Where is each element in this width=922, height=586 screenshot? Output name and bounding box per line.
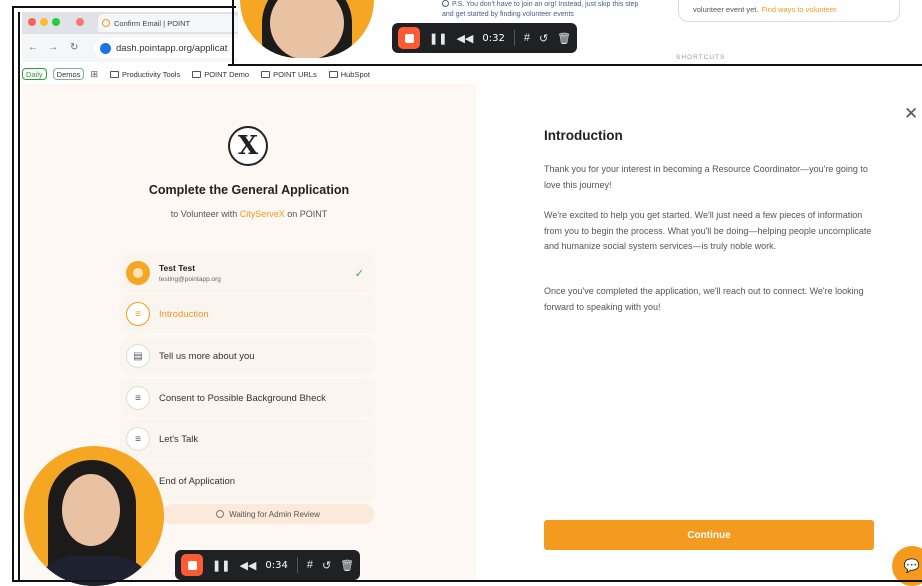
frame-line-left-inner xyxy=(18,12,20,582)
webcam-face xyxy=(270,0,344,58)
intro-paragraph-2: We're excited to help you get started. W… xyxy=(544,210,872,251)
back-arrow-icon[interactable]: ← xyxy=(28,42,38,53)
step-tell-us-more[interactable]: ▤ Tell us more about you xyxy=(120,337,376,375)
folder-icon xyxy=(109,70,119,78)
stop-record-button[interactable] xyxy=(398,27,420,49)
step-label: Tell us more about you xyxy=(159,350,255,362)
bookmark-demos[interactable]: Demos xyxy=(52,68,85,80)
frame-line-top-left xyxy=(232,0,234,66)
step-lets-talk[interactable]: ≡ Let's Talk xyxy=(120,420,376,458)
frame-line-top-window xyxy=(228,64,922,66)
toolbar-divider xyxy=(296,557,298,573)
user-avatar xyxy=(126,261,150,285)
bookmark-folder-productivity-tools[interactable]: Productivity Tools xyxy=(109,69,181,79)
pause-icon[interactable]: ❚❚ xyxy=(212,559,230,572)
step-label: Consent to Possible Background Bheck xyxy=(159,392,326,404)
continue-button[interactable]: Continue xyxy=(544,520,874,550)
user-name: Test Test xyxy=(159,263,196,273)
waiting-label: Waiting for Admin Review xyxy=(229,509,320,519)
clock-icon xyxy=(216,510,225,518)
bookmark-folder-label: POINT Demo xyxy=(204,69,250,79)
window-close-dot[interactable] xyxy=(28,18,36,26)
application-title: Complete the General Application xyxy=(148,183,350,197)
user-card: Test Test testing@pointapp.org ✓ xyxy=(120,254,376,292)
bookmark-folder-label: HubSpot xyxy=(340,69,370,79)
bookmark-folder-point-demo[interactable]: POINT Demo xyxy=(192,70,249,79)
ps-note: P.S. You don't have to join an org! Inst… xyxy=(442,0,652,20)
introduction-title: Introduction xyxy=(544,128,623,143)
tab-favicon-icon xyxy=(102,19,110,27)
trash-icon[interactable]: 🗑 xyxy=(340,559,354,572)
org-logo: X xyxy=(228,126,268,166)
window-maximize-dot[interactable] xyxy=(52,18,60,26)
restart-icon[interactable]: ↺ xyxy=(322,559,331,572)
pause-icon[interactable]: ❚❚ xyxy=(429,32,447,45)
subtitle-suffix: on POINT xyxy=(287,209,328,219)
presenter-webcam xyxy=(24,446,164,586)
subtitle-prefix: to Volunteer with xyxy=(170,209,238,219)
grid-icon[interactable]: # xyxy=(524,32,530,44)
bookmark-folder-hubspot[interactable]: HubSpot xyxy=(328,69,370,79)
webcam-face xyxy=(62,474,120,546)
camera-indicator-icon xyxy=(100,42,111,54)
bookmark-folder-label: Productivity Tools xyxy=(121,69,181,79)
step-introduction[interactable]: ≡ Introduction xyxy=(120,295,376,333)
intro-paragraph-3: Once you've completed the application, w… xyxy=(544,286,864,312)
folder-icon xyxy=(261,70,271,78)
recording-time: 0:34 xyxy=(265,559,288,571)
shortcuts-heading: SHORTCUTS xyxy=(676,54,726,61)
window-minimize-dot[interactable] xyxy=(40,18,48,26)
volunteer-box-text: volunteer event yet. xyxy=(693,5,759,14)
rewind-icon[interactable]: ◀◀ xyxy=(456,32,473,45)
step-background-check[interactable]: ≡ Consent to Possible Background Bheck xyxy=(120,379,376,417)
grid-icon[interactable]: # xyxy=(307,559,313,571)
recorder-toolbar-bottom: ❚❚ ◀◀ 0:34 # ↺ 🗑 xyxy=(175,550,361,580)
rewind-icon[interactable]: ◀◀ xyxy=(239,559,256,572)
folder-icon xyxy=(328,70,338,78)
introduction-panel: ✕ Introduction Thank you for your intere… xyxy=(476,84,922,580)
recording-time: 0:32 xyxy=(482,32,505,44)
close-icon[interactable]: ✕ xyxy=(904,104,918,124)
frame-line-top xyxy=(12,6,236,8)
frame-line-left xyxy=(12,6,14,582)
browser-tab[interactable]: Confirm Email | POINT xyxy=(98,14,238,32)
step-label: Introduction xyxy=(159,308,209,320)
toolbar-divider xyxy=(513,30,515,46)
lines-icon: ≡ xyxy=(126,302,150,326)
folder-icon xyxy=(192,70,202,78)
bookmark-folder-label: POINT URLs xyxy=(273,69,317,79)
lines-icon: ≡ xyxy=(126,427,150,451)
frame-line-bottom xyxy=(12,580,922,582)
check-icon: ✓ xyxy=(354,267,364,280)
address-bar-url: dash.pointapp.org/applicat xyxy=(116,42,228,54)
tab-title: Confirm Email | POINT xyxy=(114,18,191,28)
user-info: Test Test testing@pointapp.org xyxy=(159,263,221,283)
form-icon: ▤ xyxy=(126,344,150,368)
restart-icon[interactable]: ↺ xyxy=(539,32,548,45)
bookmarks-bar: Daily Demos ⊞ Productivity Tools POINT D… xyxy=(22,66,922,82)
address-bar[interactable]: dash.pointapp.org/applicat xyxy=(94,38,244,58)
lines-icon: ≡ xyxy=(126,386,150,410)
stop-record-button[interactable] xyxy=(181,554,203,576)
application-subtitle: to Volunteer with CityServeX on POINT xyxy=(22,209,476,219)
step-label: Let's Talk xyxy=(159,433,199,445)
volunteer-event-box: volunteer event yet. Find ways to volunt… xyxy=(678,0,900,22)
trash-icon[interactable]: 🗑 xyxy=(557,32,571,45)
find-ways-link[interactable]: Find ways to volunteer. xyxy=(761,5,838,14)
forward-arrow-icon[interactable]: → xyxy=(48,42,58,53)
bookmark-daily[interactable]: Daily xyxy=(22,68,47,80)
apps-grid-icon[interactable]: ⊞ xyxy=(90,69,98,80)
intro-paragraph-1: Thank you for your interest in becoming … xyxy=(544,164,868,190)
record-indicator-dot xyxy=(76,18,84,26)
reload-icon[interactable]: ↻ xyxy=(70,42,78,53)
user-email: testing@pointapp.org xyxy=(159,276,221,283)
info-icon xyxy=(442,0,449,7)
org-name-link[interactable]: CityServeX xyxy=(240,209,285,219)
recorder-toolbar-top: ❚❚ ◀◀ 0:32 # ↺ 🗑 xyxy=(392,23,578,53)
step-label: End of Application xyxy=(159,475,236,487)
waiting-status-badge: Waiting for Admin Review xyxy=(162,504,374,524)
bookmark-folder-point-urls[interactable]: POINT URLs xyxy=(261,70,317,79)
ps-note-text: P.S. You don't have to join an org! Inst… xyxy=(442,1,639,18)
